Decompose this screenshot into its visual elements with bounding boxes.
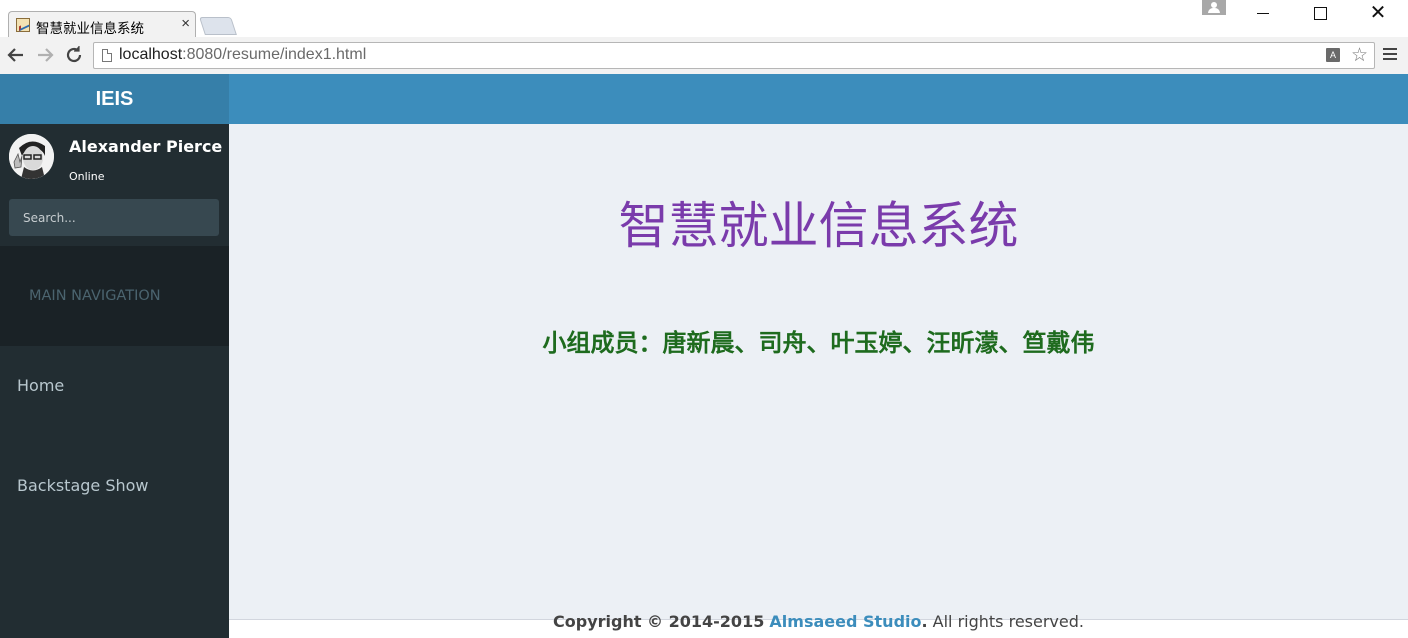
sidebar-search-form [0, 190, 229, 246]
team-members: 小组成员：唐新晨、司舟、叶玉婷、汪昕濛、笪戴伟 [542, 328, 1095, 357]
almsaeed-studio-link[interactable]: Almsaeed Studio [769, 612, 921, 631]
copyright-text: Copyright © 2014-2015 Almsaeed Studio. A… [229, 612, 1408, 631]
window-close-button[interactable]: ✕ [1355, 0, 1401, 28]
back-button[interactable] [4, 43, 28, 67]
search-input[interactable] [9, 199, 219, 236]
app-root: IEIS Alexander Pierce Online MAIN NAVIG [0, 74, 1408, 638]
back-arrow-icon [7, 48, 23, 62]
sidebar-item-backstage-show[interactable]: Backstage Show [0, 446, 229, 546]
url-host: localhost [119, 46, 183, 63]
translate-icon[interactable]: A [1326, 48, 1340, 62]
copyright-rest: . All rights reserved. [921, 612, 1084, 631]
copyright-label: Copyright © 2014-2015 [553, 612, 765, 631]
sidebar: Alexander Pierce Online MAIN NAVIGATION … [0, 124, 229, 638]
page-icon [102, 49, 112, 62]
logo[interactable]: IEIS [0, 74, 229, 124]
avatar-image [9, 134, 54, 179]
reload-button[interactable] [62, 43, 86, 67]
forward-arrow-icon [38, 48, 54, 62]
reload-icon [66, 46, 82, 63]
browser-chrome: 智慧就业信息系统 × ✕ localhost:8080/resume/index… [0, 0, 1408, 74]
top-navbar: IEIS [0, 74, 1408, 124]
minimize-button[interactable] [1240, 0, 1286, 28]
content-wrapper: 智慧就业信息系统 小组成员：唐新晨、司舟、叶玉婷、汪昕濛、笪戴伟 [229, 124, 1408, 619]
maximize-button[interactable] [1297, 0, 1343, 28]
sidebar-item-label: Backstage Show [17, 476, 149, 495]
browser-tab[interactable]: 智慧就业信息系统 × [8, 11, 196, 38]
forward-button[interactable] [33, 43, 57, 67]
tab-strip: 智慧就业信息系统 × ✕ [0, 0, 1408, 38]
browser-menu-icon[interactable] [1383, 48, 1397, 60]
profile-icon[interactable] [1202, 0, 1226, 15]
page-title: 智慧就业信息系统 [618, 197, 1019, 255]
main-navigation-header: MAIN NAVIGATION [0, 246, 229, 346]
sidebar-item-label: Home [17, 376, 65, 395]
tab-close-icon[interactable]: × [181, 16, 190, 32]
favicon-icon [16, 18, 30, 32]
main-footer: Copyright © 2014-2015 Almsaeed Studio. A… [229, 612, 1408, 638]
new-tab-button[interactable] [199, 17, 237, 35]
bookmark-star-icon[interactable]: ☆ [1351, 44, 1368, 67]
user-panel: Alexander Pierce Online [0, 124, 229, 190]
tab-title: 智慧就业信息系统 [36, 21, 144, 37]
user-status: Online [69, 170, 105, 183]
avatar [9, 134, 54, 179]
sidebar-item-home[interactable]: Home [0, 346, 229, 446]
url-path: :8080/resume/index1.html [182, 46, 367, 63]
address-bar[interactable]: localhost:8080/resume/index1.html A ☆ [93, 42, 1375, 69]
url-text[interactable]: localhost:8080/resume/index1.html [119, 46, 366, 64]
browser-toolbar: localhost:8080/resume/index1.html A ☆ [0, 37, 1408, 74]
user-name: Alexander Pierce [69, 137, 223, 156]
